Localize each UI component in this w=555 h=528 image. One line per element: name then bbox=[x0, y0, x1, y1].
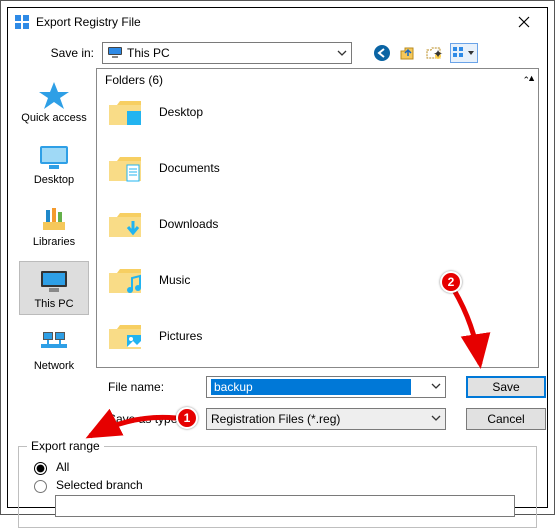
places-bar: Quick access Desktop Libraries This PC N bbox=[12, 68, 96, 368]
radio-all-row[interactable]: All bbox=[29, 459, 526, 475]
view-menu-icon[interactable] bbox=[450, 43, 478, 63]
close-button[interactable] bbox=[503, 9, 545, 35]
folder-name: Desktop bbox=[159, 105, 203, 119]
save-button[interactable]: Save bbox=[466, 376, 546, 398]
place-label: Network bbox=[34, 360, 74, 372]
filename-text[interactable] bbox=[211, 379, 411, 395]
save-in-dropdown[interactable]: This PC bbox=[102, 42, 352, 64]
folder-item-documents[interactable]: Documents bbox=[107, 147, 528, 189]
pc-icon bbox=[107, 46, 123, 61]
save-as-type-dropdown[interactable]: Registration Files (*.reg) bbox=[206, 408, 446, 430]
filename-label: File name: bbox=[108, 380, 196, 394]
annotation-badge-1: 1 bbox=[176, 407, 198, 429]
folder-icon bbox=[107, 319, 145, 353]
cancel-button-label: Cancel bbox=[487, 412, 524, 426]
folder-name: Music bbox=[159, 273, 190, 287]
save-in-value: This PC bbox=[127, 46, 170, 60]
chevron-down-icon bbox=[337, 47, 347, 61]
svg-text:✦: ✦ bbox=[433, 47, 443, 61]
annotation-arrow-2 bbox=[440, 284, 500, 374]
chevron-down-icon[interactable] bbox=[431, 412, 441, 426]
folder-icon bbox=[107, 263, 145, 297]
radio-selected-branch[interactable] bbox=[34, 480, 47, 493]
chevron-down-icon[interactable] bbox=[431, 380, 441, 394]
place-libraries[interactable]: Libraries bbox=[19, 199, 89, 253]
desktop-icon bbox=[37, 142, 71, 172]
window-title: Export Registry File bbox=[36, 15, 141, 29]
title-left: Export Registry File bbox=[14, 14, 141, 30]
libraries-icon bbox=[37, 204, 71, 234]
radio-selected-branch-row[interactable]: Selected branch bbox=[29, 477, 526, 493]
folder-icon bbox=[107, 207, 145, 241]
folder-item-downloads[interactable]: Downloads bbox=[107, 203, 528, 245]
annotation-badge-2: 2 bbox=[440, 271, 462, 293]
dialog-window: Export Registry File Save in: This PC bbox=[7, 7, 548, 508]
star-icon bbox=[37, 80, 71, 110]
save-in-label: Save in: bbox=[18, 46, 94, 60]
back-icon[interactable] bbox=[372, 43, 392, 63]
network-icon bbox=[37, 328, 71, 358]
place-label: This PC bbox=[34, 298, 73, 310]
scroll-up-icon[interactable]: ▲ bbox=[527, 73, 536, 83]
pc-icon bbox=[37, 266, 71, 296]
place-label: Desktop bbox=[34, 174, 74, 186]
folder-item-desktop[interactable]: Desktop bbox=[107, 91, 528, 133]
folders-group-header[interactable]: Folders (6) ⌃ bbox=[97, 69, 538, 91]
radio-all[interactable] bbox=[34, 462, 47, 475]
outer-frame: Export Registry File Save in: This PC bbox=[0, 0, 555, 515]
app-icon bbox=[14, 14, 30, 30]
folder-name: Documents bbox=[159, 161, 220, 175]
place-label: Libraries bbox=[33, 236, 75, 248]
titlebar: Export Registry File bbox=[8, 8, 547, 36]
cancel-button[interactable]: Cancel bbox=[466, 408, 546, 430]
place-network[interactable]: Network bbox=[19, 323, 89, 377]
place-label: Quick access bbox=[21, 112, 86, 124]
folders-header-text: Folders (6) bbox=[105, 73, 163, 87]
save-in-row: Save in: This PC ✦ bbox=[8, 38, 547, 68]
annotation-arrow-1 bbox=[82, 406, 182, 446]
new-folder-icon[interactable]: ✦ bbox=[424, 43, 444, 63]
place-desktop[interactable]: Desktop bbox=[19, 137, 89, 191]
filename-input[interactable] bbox=[206, 376, 446, 398]
radio-selected-branch-label: Selected branch bbox=[56, 478, 143, 492]
place-quick-access[interactable]: Quick access bbox=[19, 75, 89, 129]
folder-name: Pictures bbox=[159, 329, 202, 343]
save-button-label: Save bbox=[492, 380, 519, 394]
save-as-type-value: Registration Files (*.reg) bbox=[211, 412, 340, 426]
folder-name: Downloads bbox=[159, 217, 218, 231]
up-one-level-icon[interactable] bbox=[398, 43, 418, 63]
place-this-pc[interactable]: This PC bbox=[19, 261, 89, 315]
radio-all-label: All bbox=[56, 460, 69, 474]
nav-toolbar: ✦ bbox=[372, 43, 478, 63]
folder-icon bbox=[107, 95, 145, 129]
folder-icon bbox=[107, 151, 145, 185]
selected-branch-input[interactable] bbox=[55, 495, 515, 517]
export-range-group: Export range All Selected branch bbox=[18, 446, 537, 528]
